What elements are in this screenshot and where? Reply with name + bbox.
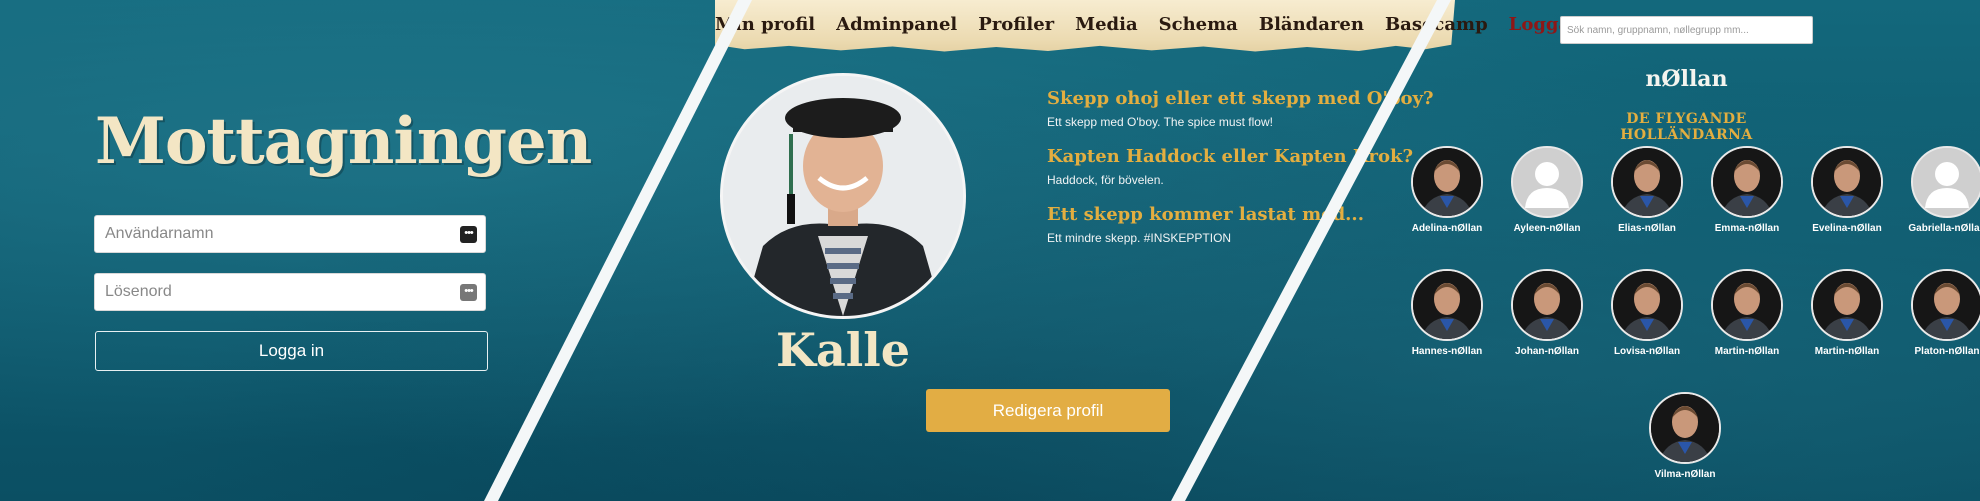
right-divider bbox=[1171, 0, 1451, 501]
left-divider bbox=[484, 0, 752, 501]
panel-dividers bbox=[484, 0, 1451, 501]
